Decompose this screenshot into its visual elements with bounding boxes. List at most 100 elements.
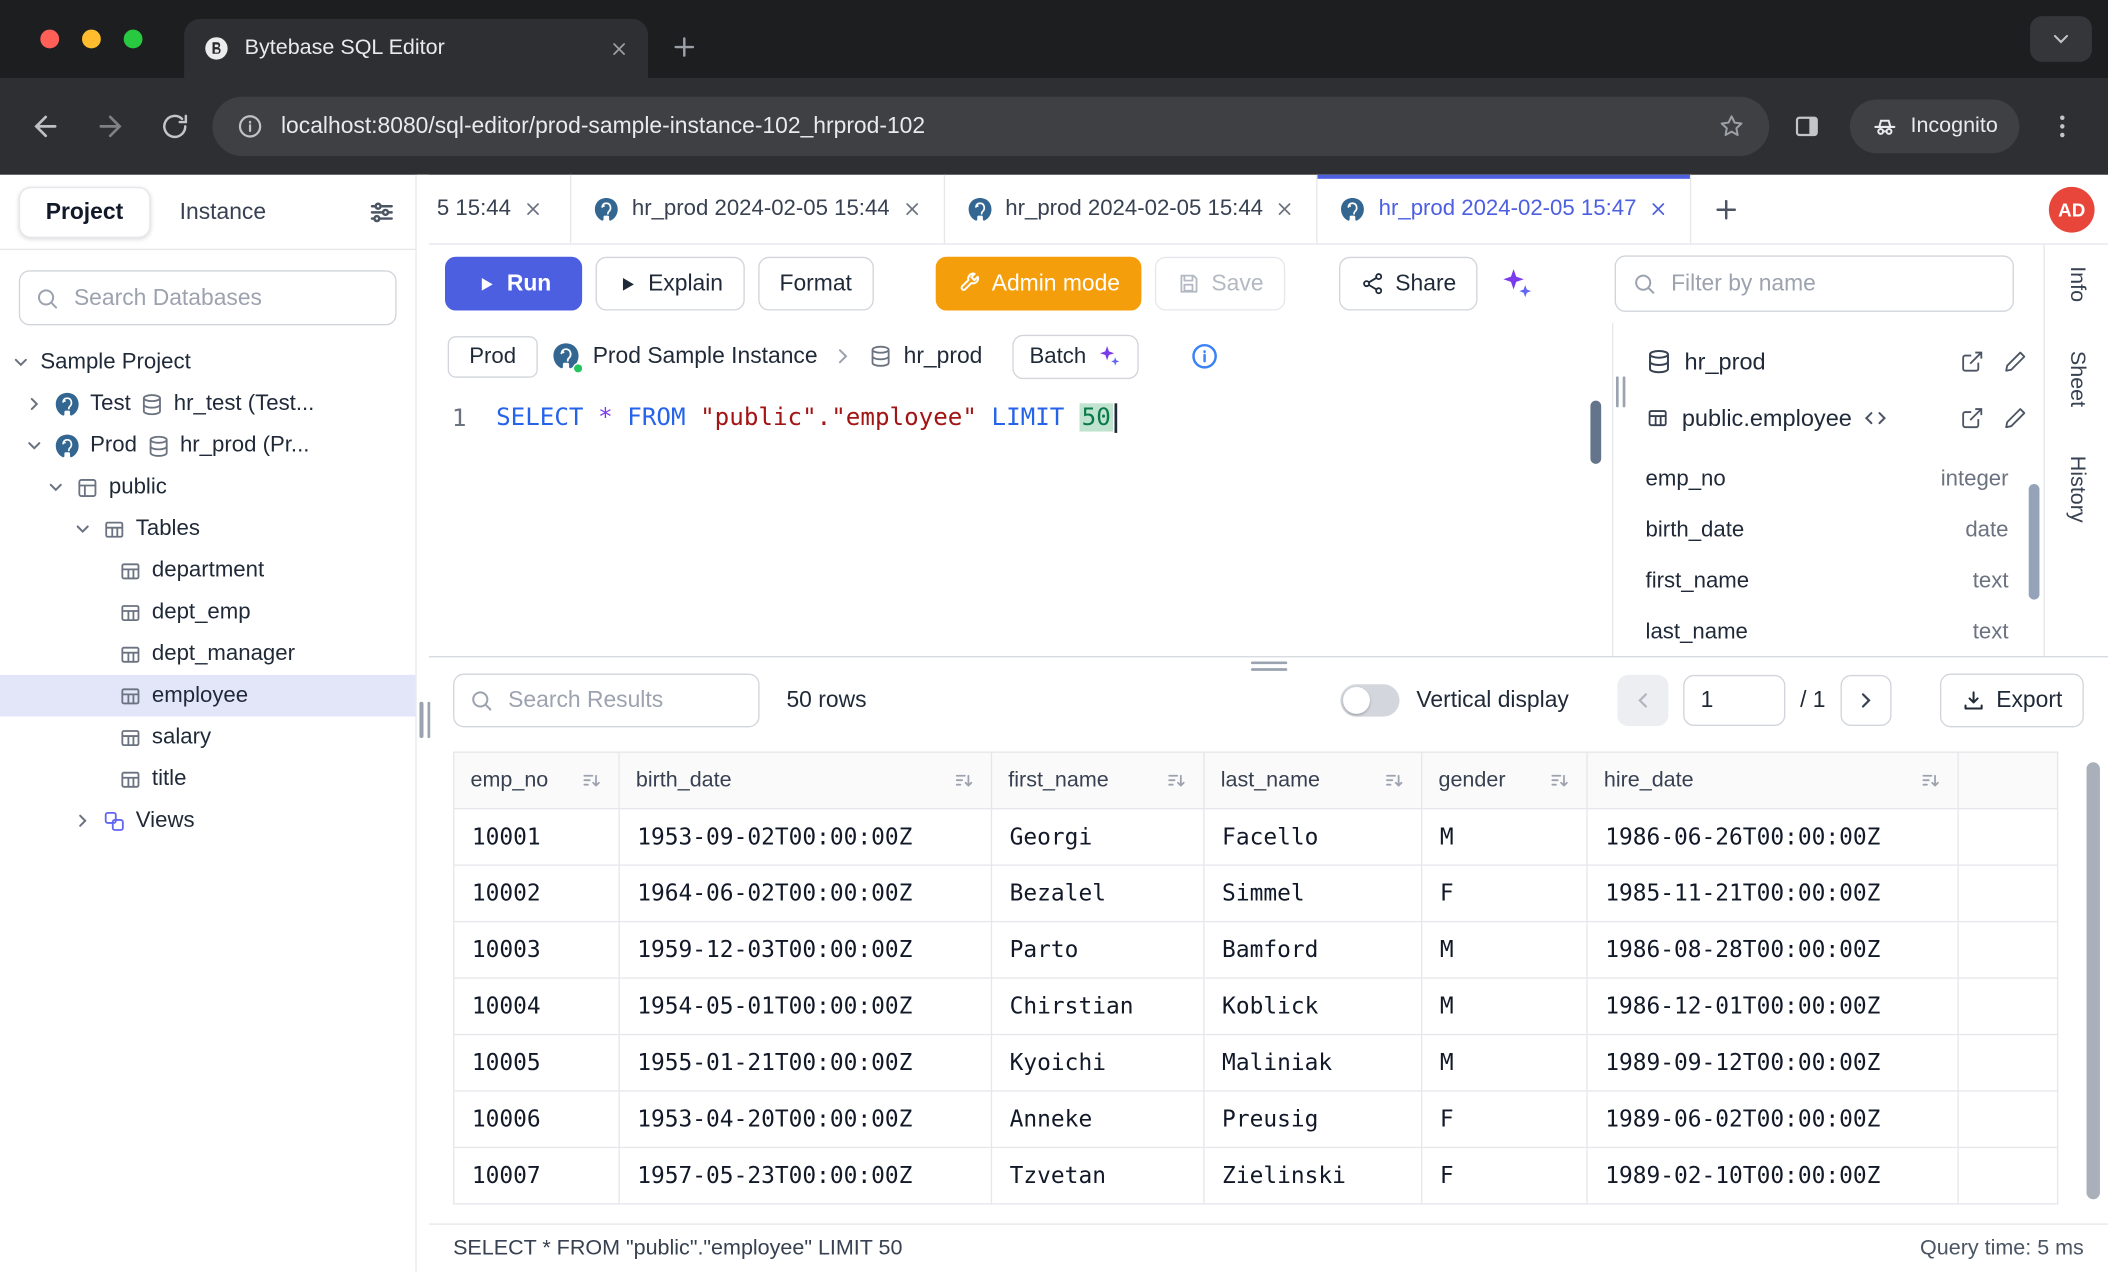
editor-tab[interactable]: hr_prod 2024-02-05 15:44	[945, 175, 1318, 244]
instance-crumb[interactable]: Prod Sample Instance	[551, 341, 818, 371]
tab-sheet[interactable]: Sheet	[2064, 350, 2088, 406]
bookmark-star-icon[interactable]	[1718, 113, 1745, 140]
result-row[interactable]: 100071957-05-23T00:00:00ZTzvetanZielinsk…	[454, 1147, 2058, 1203]
result-row[interactable]: 100011953-09-02T00:00:00ZGeorgiFacelloM1…	[454, 809, 2058, 865]
zoom-window-button[interactable]	[124, 30, 143, 49]
environment-chip[interactable]: Prod	[448, 335, 538, 377]
editor-scrollbar[interactable]	[1590, 401, 1601, 464]
schema-column-row[interactable]: last_nametext	[1646, 606, 2028, 656]
close-tab-icon[interactable]	[902, 199, 922, 219]
chevron-down-icon[interactable]	[11, 352, 31, 372]
result-row[interactable]: 100021964-06-02T00:00:00ZBezalelSimmelF1…	[454, 865, 2058, 921]
browser-menu-icon[interactable]	[2035, 99, 2089, 153]
chevron-down-icon[interactable]	[24, 436, 44, 456]
next-page-button[interactable]	[1840, 675, 1891, 726]
column-header[interactable]: last_name	[1204, 752, 1422, 808]
tab-instance[interactable]: Instance	[164, 188, 283, 236]
back-button[interactable]	[19, 99, 73, 153]
chevron-right-icon[interactable]	[24, 394, 44, 414]
close-window-button[interactable]	[40, 30, 59, 49]
explain-button[interactable]: Explain	[596, 257, 745, 311]
close-tab-icon[interactable]	[1649, 199, 1669, 219]
results-splitter-grip[interactable]	[1250, 661, 1286, 670]
admin-mode-button[interactable]: Admin mode	[935, 257, 1141, 311]
schema-column-row[interactable]: emp_nointeger	[1646, 453, 2028, 504]
user-avatar[interactable]: AD	[2049, 187, 2095, 233]
new-tab-button[interactable]	[667, 30, 702, 65]
filter-settings-icon[interactable]	[367, 197, 397, 227]
column-header[interactable]: hire_date	[1587, 752, 1958, 808]
column-header[interactable]: first_name	[991, 752, 1203, 808]
vertical-display-toggle[interactable]	[1340, 684, 1399, 716]
tree-item-table-salary[interactable]: salary	[0, 717, 415, 759]
export-button[interactable]: Export	[1940, 674, 2084, 728]
tab-project[interactable]: Project	[19, 186, 150, 237]
close-tab-icon[interactable]	[1275, 199, 1295, 219]
sql-code-area[interactable]: 1 SELECT * FROM "public"."employee" LIMI…	[429, 390, 1612, 656]
column-header[interactable]: gender	[1422, 752, 1587, 808]
browser-tab[interactable]: Bytebase SQL Editor	[184, 19, 648, 78]
run-button[interactable]: Run	[445, 257, 582, 311]
sort-icon[interactable]	[953, 770, 975, 792]
results-scrollbar[interactable]	[2087, 762, 2100, 1199]
prev-page-button[interactable]	[1617, 675, 1668, 726]
results-search[interactable]	[453, 674, 760, 728]
schema-panel-splitter[interactable]	[1612, 323, 1627, 656]
sort-icon[interactable]	[1920, 770, 1942, 792]
tab-info[interactable]: Info	[2064, 266, 2088, 302]
edit-pencil-icon[interactable]	[2003, 406, 2027, 430]
chevron-right-icon[interactable]	[73, 811, 93, 831]
minimize-window-button[interactable]	[82, 30, 101, 49]
editor-tab[interactable]: hr_prod 2024-02-05 15:44	[571, 175, 944, 244]
site-info-icon[interactable]	[237, 113, 264, 140]
tree-item-table-title[interactable]: title	[0, 758, 415, 800]
result-row[interactable]: 100031959-12-03T00:00:00ZPartoBamfordM19…	[454, 922, 2058, 978]
schema-column-row[interactable]: birth_datedate	[1646, 504, 2028, 555]
sql-editor[interactable]: Prod Prod Sample Instance	[429, 323, 1612, 656]
result-row[interactable]: 100041954-05-01T00:00:00ZChirstianKoblic…	[454, 978, 2058, 1034]
tree-item-table-department[interactable]: department	[0, 550, 415, 592]
sort-icon[interactable]	[1549, 770, 1571, 792]
sort-icon[interactable]	[581, 770, 603, 792]
close-tab-icon[interactable]	[609, 38, 629, 58]
database-search[interactable]	[19, 270, 397, 325]
new-sheet-button[interactable]	[1692, 175, 1762, 244]
tree-item-project[interactable]: Sample Project	[0, 341, 415, 383]
page-number-input[interactable]	[1683, 675, 1785, 726]
result-row[interactable]: 100061953-04-20T00:00:00ZAnnekePreusigF1…	[454, 1091, 2058, 1147]
tree-item-table-dept-emp[interactable]: dept_emp	[0, 592, 415, 634]
editor-tab[interactable]: hr_prod 2024-02-05 15:47	[1318, 175, 1691, 244]
filter-by-name-input[interactable]	[1668, 269, 1996, 299]
tree-item-schema-public[interactable]: public	[0, 467, 415, 509]
search-results-input[interactable]	[505, 686, 743, 716]
tree-item-prod-db[interactable]: Prod hr_prod (Pr...	[0, 425, 415, 467]
column-header[interactable]: birth_date	[619, 752, 991, 808]
tree-item-tables-group[interactable]: Tables	[0, 508, 415, 550]
external-link-icon[interactable]	[1960, 406, 1984, 430]
sort-icon[interactable]	[1166, 770, 1188, 792]
chevron-down-icon[interactable]	[46, 477, 66, 497]
splitter-grip[interactable]	[1616, 376, 1625, 407]
sort-icon[interactable]	[1383, 770, 1405, 792]
tree-item-views-group[interactable]: Views	[0, 800, 415, 842]
chevron-down-icon[interactable]	[73, 519, 93, 539]
search-databases-input[interactable]	[71, 283, 380, 313]
schema-column-row[interactable]: first_nametext	[1646, 555, 2028, 606]
reload-button[interactable]	[148, 99, 202, 153]
share-button[interactable]: Share	[1339, 257, 1478, 311]
forward-button[interactable]	[83, 99, 137, 153]
tab-history[interactable]: History	[2064, 455, 2088, 522]
sidebar-splitter[interactable]	[417, 175, 429, 1272]
format-button[interactable]: Format	[758, 257, 873, 311]
address-bar[interactable]: localhost:8080/sql-editor/prod-sample-in…	[212, 97, 1769, 156]
editor-tab[interactable]: 5 15:44	[429, 175, 572, 244]
column-header[interactable]: emp_no	[454, 752, 619, 808]
code-brackets-icon[interactable]	[1864, 406, 1888, 430]
tree-item-table-dept-manager[interactable]: dept_manager	[0, 633, 415, 675]
schema-scrollbar[interactable]	[2029, 484, 2040, 600]
tree-item-table-employee[interactable]: employee	[0, 675, 415, 717]
close-tab-icon[interactable]	[523, 199, 543, 219]
edit-pencil-icon[interactable]	[2003, 350, 2027, 374]
tree-item-test-db[interactable]: Test hr_test (Test...	[0, 383, 415, 425]
batch-mode-button[interactable]: Batch	[1012, 334, 1139, 378]
